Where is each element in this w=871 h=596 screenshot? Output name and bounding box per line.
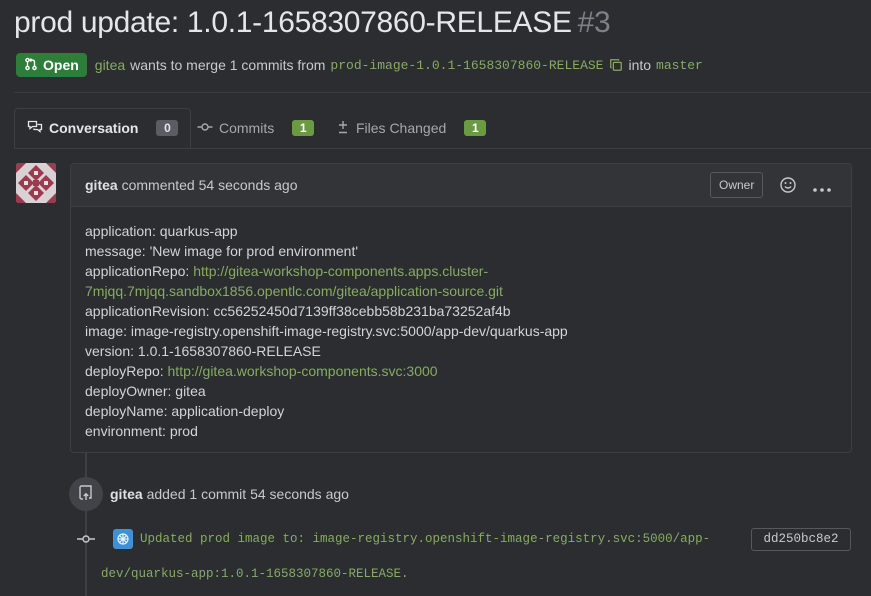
tab-label: Conversation	[49, 120, 139, 136]
commit-message-link[interactable]: Updated prod image to: image-registry.op…	[140, 532, 710, 546]
commit-message-link-cont[interactable]: dev/quarkus-app:1.0.1-1658307860-RELEASE…	[101, 567, 409, 581]
body-line: environment: prod	[85, 423, 198, 439]
author-link[interactable]: gitea	[95, 57, 125, 73]
timeline-line	[85, 453, 87, 596]
comment-box: gitea commented 54 seconds ago Owner app…	[70, 163, 852, 453]
comment-meta: gitea commented 54 seconds ago	[85, 177, 297, 193]
event-author[interactable]: gitea	[110, 486, 143, 502]
deploy-repo-link[interactable]: http://gitea.workshop-components.svc:300…	[168, 363, 438, 379]
pr-number: #3	[577, 6, 611, 39]
commit-sha-button[interactable]: dd250bc8e2	[751, 528, 851, 551]
body-line: deployRepo: http://gitea.workshop-compon…	[85, 363, 438, 379]
tab-count: 0	[156, 120, 179, 136]
comment-header: gitea commented 54 seconds ago Owner	[71, 164, 851, 207]
application-repo-link-cont[interactable]: 7mjqq.7mjqq.sandbox1856.opentlc.com/gite…	[85, 283, 503, 299]
divider	[14, 92, 871, 93]
pr-title: prod update: 1.0.1-1658307860-RELEASE	[14, 6, 572, 39]
tab-files-changed[interactable]: Files Changed 1	[336, 108, 487, 148]
repo-push-icon	[78, 484, 94, 504]
commit-icon	[197, 119, 213, 138]
copy-icon[interactable]	[609, 58, 623, 72]
tab-label: Commits	[219, 120, 275, 136]
tab-commits[interactable]: Commits 1	[197, 108, 315, 148]
commit-author-avatar[interactable]	[113, 529, 133, 549]
tab-conversation[interactable]: Conversation 0	[14, 108, 192, 148]
owner-badge: Owner	[710, 172, 764, 198]
pr-meta: Open gitea wants to merge 1 commits from…	[16, 53, 703, 77]
event-text: added 1 commit	[146, 486, 247, 502]
tab-count: 1	[292, 120, 315, 136]
tab-label: Files Changed	[356, 120, 447, 136]
application-repo-link[interactable]: http://gitea-workshop-components.apps.cl…	[193, 263, 488, 279]
comment-time[interactable]: 54 seconds ago	[199, 177, 298, 193]
more-options-icon[interactable]	[812, 180, 832, 196]
body-line: image: image-registry.openshift-image-re…	[85, 323, 568, 339]
body-line: applicationRepo: http://gitea-workshop-c…	[85, 263, 489, 279]
head-branch-link[interactable]: prod-image-1.0.1-1658307860-RELEASE	[330, 58, 603, 73]
body-line: deployName: application-deploy	[85, 403, 285, 419]
body-line: application: quarkus-app	[85, 223, 238, 239]
avatar[interactable]	[16, 163, 56, 203]
comments-icon	[27, 119, 43, 138]
diff-icon	[336, 119, 350, 138]
merge-text: wants to merge 1 commits from	[130, 57, 326, 73]
status-badge: Open	[16, 53, 87, 77]
body-line: deployOwner: gitea	[85, 383, 206, 399]
base-branch-link[interactable]: master	[656, 58, 703, 73]
status-label: Open	[43, 57, 79, 73]
body-line: message: 'New image for prod environment…	[85, 243, 359, 259]
pr-title-row: prod update: 1.0.1-1658307860-RELEASE #3	[14, 6, 611, 40]
comment-author[interactable]: gitea	[85, 177, 118, 193]
event-time[interactable]: 54 seconds ago	[250, 486, 349, 502]
timeline-event: gitea added 1 commit 54 seconds ago	[110, 486, 349, 502]
comment-body: application: quarkus-app message: 'New i…	[71, 207, 851, 455]
emoji-reaction-icon[interactable]	[779, 176, 797, 197]
comment-action: commented	[121, 177, 195, 193]
tab-count: 1	[464, 120, 487, 136]
body-line: version: 1.0.1-1658307860-RELEASE	[85, 343, 321, 359]
push-event-badge	[69, 477, 103, 511]
body-line: 7mjqq.7mjqq.sandbox1856.opentlc.com/gite…	[85, 281, 837, 301]
commit-icon	[77, 531, 95, 550]
into-text: into	[628, 57, 652, 73]
pull-request-icon	[24, 57, 38, 74]
body-line: applicationRevision: cc56252450d7139ff38…	[85, 303, 511, 319]
pr-tabs: Conversation 0 Commits 1 Files Changed 1	[14, 108, 871, 149]
